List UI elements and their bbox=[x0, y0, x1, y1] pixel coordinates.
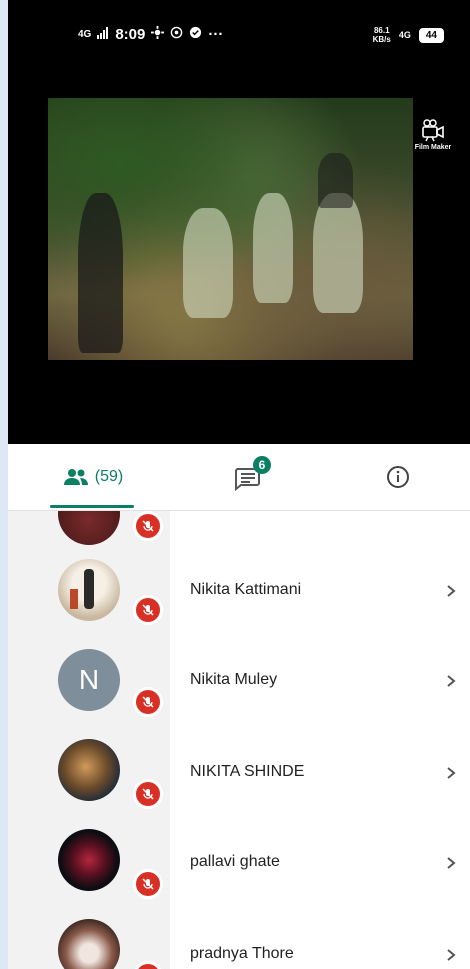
signal-icon bbox=[97, 26, 109, 43]
participant-avatar bbox=[58, 919, 120, 969]
participant-row[interactable]: pallavi ghate bbox=[8, 829, 470, 919]
chevron-right-icon bbox=[447, 949, 456, 961]
more-notifications: ··· bbox=[208, 26, 224, 43]
info-icon bbox=[387, 466, 409, 488]
video-figure bbox=[253, 193, 293, 303]
mic-muted-icon bbox=[133, 779, 163, 809]
phone-screen: 4G 8:09 ··· 86.1 KB/s 4G 44 Film Maker (… bbox=[8, 0, 470, 969]
video-figure bbox=[183, 208, 233, 318]
chevron-right-icon bbox=[447, 767, 456, 779]
participant-list[interactable]: Nikita Kattimani N Nikita Muley NIKITA S… bbox=[8, 511, 470, 969]
participant-name: pallavi ghate bbox=[190, 853, 280, 870]
notification-icon bbox=[189, 26, 202, 43]
status-time: 8:09 bbox=[115, 26, 146, 43]
participant-count: (59) bbox=[94, 468, 124, 485]
participant-name: Nikita Kattimani bbox=[190, 581, 302, 598]
video-figure bbox=[313, 193, 363, 313]
status-bar: 4G 8:09 ··· 86.1 KB/s 4G 44 bbox=[8, 0, 470, 70]
network-indicator: 4G bbox=[78, 28, 92, 40]
active-tab-indicator bbox=[50, 505, 134, 508]
participant-name: NIKITA SHINDE bbox=[190, 763, 305, 780]
video-figure bbox=[318, 153, 353, 208]
participant-row[interactable]: Nikita Kattimani bbox=[8, 559, 470, 649]
whatsapp-icon bbox=[170, 26, 183, 43]
chevron-right-icon bbox=[447, 675, 456, 687]
chevron-right-icon bbox=[447, 857, 456, 869]
speed-unit: KB/s bbox=[372, 35, 391, 44]
mic-muted-icon bbox=[133, 961, 163, 969]
tab-chat[interactable]: 6 bbox=[213, 444, 283, 510]
mic-muted-icon bbox=[133, 687, 163, 717]
participant-row[interactable]: NIKITA SHINDE bbox=[8, 739, 470, 829]
participant-avatar bbox=[58, 739, 120, 801]
mic-muted-icon bbox=[133, 595, 163, 625]
participant-avatar bbox=[58, 829, 120, 891]
tab-info[interactable] bbox=[368, 444, 428, 510]
settings-icon bbox=[151, 26, 165, 43]
participant-row[interactable] bbox=[8, 511, 470, 559]
film-maker-watermark: Film Maker bbox=[408, 118, 458, 151]
participant-avatar: N bbox=[58, 649, 120, 711]
meeting-tabs: (59) 6 bbox=[8, 444, 470, 511]
people-icon bbox=[63, 469, 88, 485]
network-indicator-right: 4G bbox=[398, 30, 411, 40]
unread-chat-badge: 6 bbox=[253, 456, 271, 474]
participant-row[interactable]: pradnya Thore bbox=[8, 919, 470, 969]
tab-participants[interactable]: (59) bbox=[38, 444, 148, 510]
video-figure bbox=[78, 193, 123, 353]
chevron-right-icon bbox=[447, 585, 456, 597]
speed-value: 86.1 bbox=[373, 26, 390, 35]
network-speed: 86.1 KB/s bbox=[373, 26, 391, 44]
status-left: 4G 8:09 ··· bbox=[78, 26, 223, 43]
participant-name: Nikita Muley bbox=[190, 671, 278, 688]
participant-avatar bbox=[58, 511, 120, 545]
participant-row[interactable]: N Nikita Muley bbox=[8, 649, 470, 739]
watermark-label: Film Maker bbox=[414, 144, 452, 151]
mic-muted-icon bbox=[133, 869, 163, 899]
participant-name: pradnya Thore bbox=[190, 945, 294, 962]
mic-muted-icon bbox=[133, 511, 163, 541]
battery-icon: 44 bbox=[418, 27, 444, 43]
camera-icon bbox=[422, 119, 444, 142]
participant-avatar bbox=[58, 559, 120, 621]
video-stream[interactable] bbox=[48, 98, 413, 360]
status-right: 86.1 KB/s 4G 44 bbox=[373, 26, 444, 44]
